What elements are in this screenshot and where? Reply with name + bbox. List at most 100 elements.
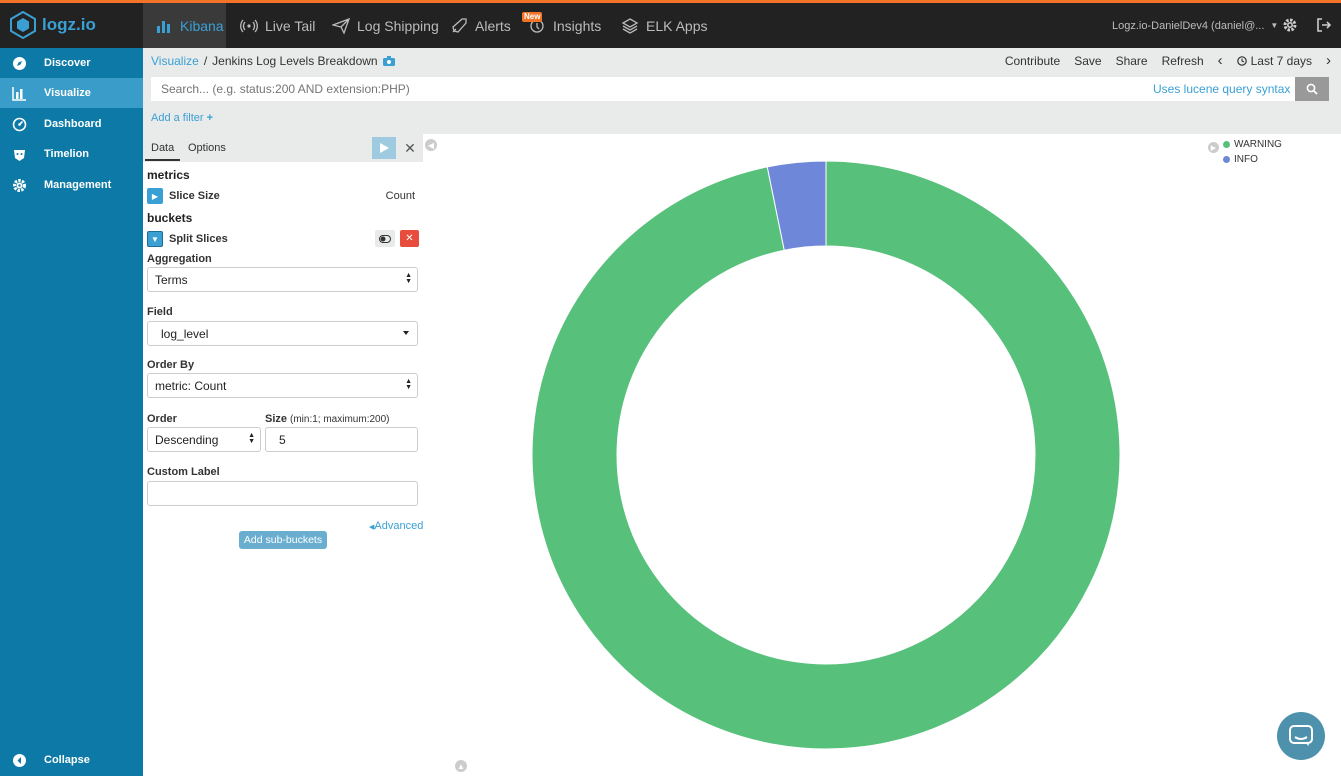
settings-gear-icon[interactable] xyxy=(1282,17,1298,33)
layers-icon xyxy=(621,17,639,34)
time-picker[interactable]: Last 7 days xyxy=(1236,54,1312,68)
save-button[interactable]: Save xyxy=(1074,54,1101,68)
logzio-logo[interactable]: logz.io xyxy=(10,9,96,41)
topnav-alerts[interactable]: Alerts xyxy=(450,3,511,48)
sidebar-collapse[interactable]: Collapse xyxy=(0,745,143,775)
aggregation-value: Terms xyxy=(155,272,188,287)
buckets-title: buckets xyxy=(147,211,193,225)
chevron-left-icon[interactable]: ‹ xyxy=(1218,53,1223,68)
timelion-icon xyxy=(14,149,25,161)
chat-icon xyxy=(1289,725,1313,746)
field-select[interactable]: log_level xyxy=(147,321,418,346)
add-filter-link[interactable]: Add a filter + xyxy=(151,112,213,124)
topnav-elk-apps[interactable]: ELK Apps xyxy=(621,3,708,48)
logo-text: logz.io xyxy=(42,15,96,34)
pie-slice-warning[interactable] xyxy=(531,160,1121,750)
sidebar: Discover Visualize Dashboard Timelion Ma… xyxy=(0,48,143,776)
select-arrows-icon: ▲ ▼ xyxy=(405,378,412,391)
discard-changes-button[interactable]: ✕ xyxy=(399,137,421,159)
order-by-label: Order By xyxy=(147,359,195,371)
tab-data[interactable]: Data xyxy=(144,142,181,161)
breadcrumb: Visualize / Jenkins Log Levels Breakdown xyxy=(151,54,395,68)
legend-toggle-button[interactable]: ▶ xyxy=(1208,142,1219,153)
sidebar-item-label: Visualize xyxy=(44,87,91,99)
bucket-split-slices[interactable]: ▼ Split Slices ✕ xyxy=(147,230,419,248)
aggregation-select[interactable]: Terms ▲ ▼ xyxy=(147,267,418,292)
share-button[interactable]: Share xyxy=(1116,54,1148,68)
sidebar-item-label: Timelion xyxy=(44,148,90,160)
legend-item-info[interactable]: INFO xyxy=(1223,154,1258,165)
collapse-arrow-icon xyxy=(13,753,26,767)
size-input[interactable] xyxy=(265,427,418,452)
collapse-editor-button[interactable]: ◀ xyxy=(425,139,437,151)
order-by-select[interactable]: metric: Count ▲ ▼ xyxy=(147,373,418,398)
visualization-editor: Data Options ✕ metrics ▶ Slice Size Coun… xyxy=(143,134,423,776)
select-arrows-icon: ▲ ▼ xyxy=(248,432,255,445)
logout-icon[interactable] xyxy=(1316,17,1332,33)
chevron-down-icon[interactable]: ▼ xyxy=(147,231,163,247)
paper-plane-icon xyxy=(332,17,350,35)
topnav-insights[interactable]: Insights xyxy=(528,3,601,48)
sidebar-item-discover[interactable]: Discover xyxy=(0,48,143,78)
breadcrumb-visualize-link[interactable]: Visualize xyxy=(151,54,199,68)
metric-name: Slice Size xyxy=(169,190,220,202)
toggle-bucket-button[interactable] xyxy=(375,230,395,247)
search-input[interactable] xyxy=(151,77,1295,101)
topnav-live-tail-label: Live Tail xyxy=(265,17,316,34)
topnav-log-shipping-label: Log Shipping xyxy=(357,17,439,34)
advanced-toggle-link[interactable]: ◀Advanced xyxy=(369,520,423,532)
sidebar-item-management[interactable]: Management xyxy=(0,170,143,200)
top-navbar: logz.io Kibana Live Tail Log Shipping Al… xyxy=(0,0,1341,48)
close-icon: ✕ xyxy=(405,233,414,244)
order-select[interactable]: Descending ▲ ▼ xyxy=(147,427,261,452)
play-icon xyxy=(379,143,389,153)
topnav-kibana[interactable]: Kibana xyxy=(143,3,226,48)
chart-area xyxy=(440,134,1341,776)
contribute-button[interactable]: Contribute xyxy=(1005,54,1060,68)
select-arrows-icon: ▲ ▼ xyxy=(405,272,412,285)
collapse-label: Collapse xyxy=(44,754,90,766)
bar-chart-icon xyxy=(12,86,26,101)
metric-slice-size[interactable]: ▶ Slice Size Count xyxy=(147,187,419,205)
aggregation-label: Aggregation xyxy=(147,253,212,265)
refresh-button[interactable]: Refresh xyxy=(1162,54,1204,68)
topnav-kibana-label: Kibana xyxy=(180,17,224,34)
camera-icon[interactable] xyxy=(382,56,395,66)
custom-label-input[interactable] xyxy=(147,481,418,506)
add-sub-buckets-button[interactable]: Add sub-buckets xyxy=(239,531,327,549)
lucene-syntax-link[interactable]: Uses lucene query syntax xyxy=(1153,82,1290,96)
legend-item-warning[interactable]: WARNING xyxy=(1223,139,1282,150)
sidebar-item-label: Dashboard xyxy=(44,118,102,130)
search-button[interactable] xyxy=(1295,77,1329,101)
user-menu[interactable]: Logz.io-DanielDev4 (daniel@... ▼ xyxy=(1112,3,1278,48)
rocket-icon xyxy=(452,17,467,33)
order-label: Order xyxy=(147,413,177,425)
clock-icon xyxy=(1236,56,1247,66)
live-tail-icon xyxy=(240,19,258,32)
toolbar-actions: Contribute Save Share Refresh ‹ Last 7 d… xyxy=(1005,53,1331,68)
logo-hex-icon xyxy=(10,11,36,39)
legend-dot xyxy=(1223,141,1230,148)
field-value: log_level xyxy=(161,326,209,341)
breadcrumb-bar: Visualize / Jenkins Log Levels Breakdown… xyxy=(143,48,1341,75)
chevron-right-icon: ▶ xyxy=(1210,144,1217,152)
tab-options[interactable]: Options xyxy=(188,142,226,154)
caret-down-icon xyxy=(403,331,409,335)
chevron-right-icon[interactable]: › xyxy=(1326,53,1331,68)
remove-bucket-button[interactable]: ✕ xyxy=(400,230,419,247)
apply-changes-button[interactable] xyxy=(372,137,396,159)
add-filter-label: Add a filter xyxy=(151,112,204,124)
chevron-right-icon[interactable]: ▶ xyxy=(147,188,163,204)
field-label: Field xyxy=(147,306,173,318)
compass-icon xyxy=(13,56,26,70)
sidebar-item-timelion[interactable]: Timelion xyxy=(0,139,143,169)
sidebar-item-visualize[interactable]: Visualize xyxy=(0,78,143,108)
legend-label: WARNING xyxy=(1234,139,1282,150)
sidebar-item-dashboard[interactable]: Dashboard xyxy=(0,109,143,139)
topnav-log-shipping[interactable]: Log Shipping xyxy=(332,3,439,48)
legend-label: INFO xyxy=(1234,154,1258,165)
chat-launcher-button[interactable] xyxy=(1277,712,1325,760)
topnav-elk-apps-label: ELK Apps xyxy=(646,17,708,34)
chevron-down-icon: ▼ xyxy=(1270,21,1279,30)
topnav-live-tail[interactable]: Live Tail xyxy=(240,3,315,48)
